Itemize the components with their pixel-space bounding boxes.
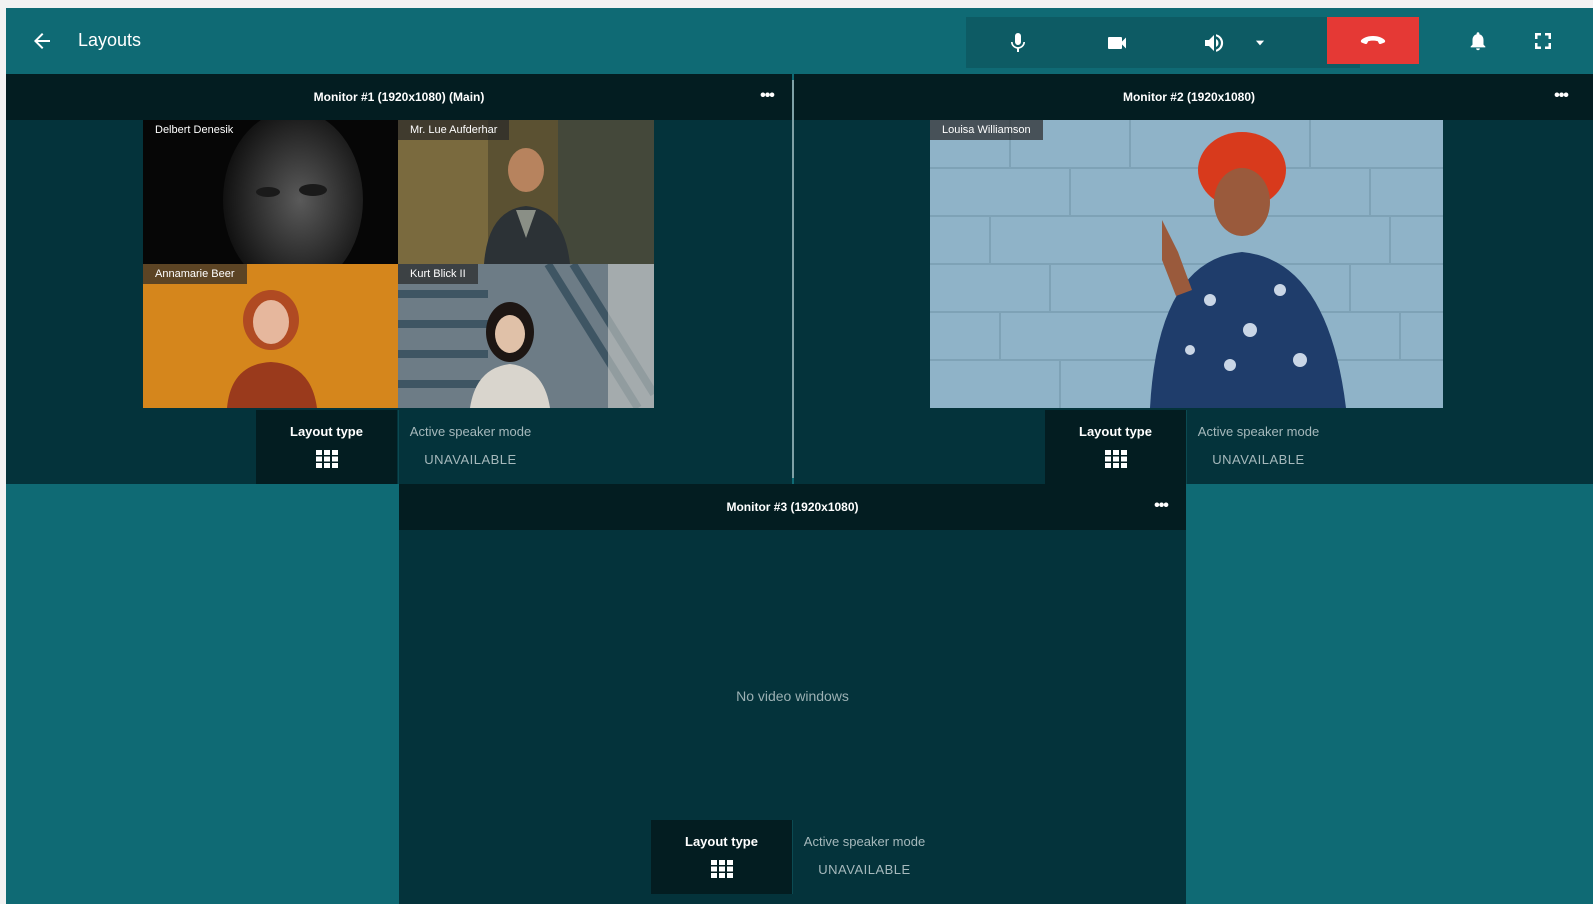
- monitor-2-layout-type-button[interactable]: Layout type: [1045, 410, 1186, 484]
- monitor-3-layout-type-button[interactable]: Layout type: [651, 820, 792, 894]
- monitor-1-layout-type-button[interactable]: Layout type: [256, 410, 397, 484]
- fullscreen-button[interactable]: [1528, 25, 1558, 57]
- monitor-1-panel: Monitor #1 (1920x1080) (Main) ••• Delber…: [6, 74, 792, 484]
- participant-video: [143, 264, 398, 408]
- monitor-1-menu-button[interactable]: •••: [754, 84, 780, 110]
- notifications-button[interactable]: [1463, 25, 1493, 57]
- participant-video: [143, 120, 398, 264]
- camera-button[interactable]: [1101, 17, 1133, 68]
- layout-type-label: Layout type: [290, 424, 363, 439]
- active-speaker-label: Active speaker mode: [1197, 424, 1320, 439]
- monitor-2-header: Monitor #2 (1920x1080) •••: [794, 74, 1593, 120]
- caret-down-icon: [1255, 40, 1265, 45]
- back-button[interactable]: [26, 25, 58, 57]
- participant-name: Louisa Williamson: [930, 120, 1043, 140]
- call-controls: [966, 17, 1360, 68]
- monitor-2-title: Monitor #2 (1920x1080): [1122, 90, 1256, 104]
- monitor-3-panel: Monitor #3 (1920x1080) ••• No video wind…: [399, 484, 1186, 904]
- participant-name: Annamarie Beer: [143, 264, 247, 284]
- monitor-1-title: Monitor #1 (1920x1080) (Main): [313, 90, 485, 104]
- monitor-2-menu-button[interactable]: •••: [1548, 84, 1574, 110]
- participant-video: [398, 120, 654, 264]
- fullscreen-icon: [1535, 33, 1551, 49]
- grid-icon: [711, 860, 733, 878]
- bell-icon: [1470, 32, 1486, 51]
- active-speaker-value: UNAVAILABLE: [424, 452, 517, 467]
- grid-icon: [316, 450, 338, 468]
- participant-name: Mr. Lue Aufderhar: [398, 120, 510, 140]
- layout-type-label: Layout type: [685, 834, 758, 849]
- monitor-2-active-speaker-mode: Active speaker mode UNAVAILABLE: [1186, 410, 1330, 484]
- monitor-3-title: Monitor #3 (1920x1080): [726, 500, 859, 514]
- video-tile[interactable]: Annamarie Beer: [143, 264, 398, 408]
- participant-video: [930, 120, 1443, 408]
- monitor-2-panel: Monitor #2 (1920x1080) ••• Louisa Willia…: [794, 74, 1593, 484]
- active-speaker-label: Active speaker mode: [803, 834, 926, 849]
- top-bar: Layouts: [6, 8, 1593, 74]
- active-speaker-label: Active speaker mode: [409, 424, 532, 439]
- microphone-icon: [1011, 32, 1025, 52]
- volume-icon: [1205, 33, 1224, 52]
- video-tile[interactable]: Kurt Blick II: [398, 264, 654, 408]
- participant-name: Kurt Blick II: [398, 264, 478, 284]
- grid-icon: [1105, 450, 1127, 468]
- monitor-1-active-speaker-mode: Active speaker mode UNAVAILABLE: [398, 410, 542, 484]
- speaker-button[interactable]: [1198, 17, 1230, 68]
- phone-hangup-icon: [1360, 35, 1386, 44]
- video-camera-icon: [1108, 36, 1126, 49]
- arrow-left-icon: [34, 33, 50, 49]
- monitor-3-header: Monitor #3 (1920x1080) •••: [399, 484, 1186, 530]
- monitor-1-header: Monitor #1 (1920x1080) (Main) •••: [6, 74, 792, 120]
- video-tile[interactable]: Mr. Lue Aufderhar: [398, 120, 654, 264]
- hang-up-button[interactable]: [1327, 17, 1419, 64]
- participant-name: Delbert Denesik: [155, 124, 234, 136]
- page-title: Layouts: [78, 30, 142, 50]
- participant-video: [398, 264, 654, 408]
- empty-state-message: No video windows: [736, 688, 849, 704]
- layout-type-label: Layout type: [1079, 424, 1152, 439]
- video-tile[interactable]: Louisa Williamson: [930, 120, 1443, 408]
- active-speaker-value: UNAVAILABLE: [1212, 452, 1305, 467]
- active-speaker-value: UNAVAILABLE: [818, 862, 911, 877]
- monitor-3-menu-button[interactable]: •••: [1148, 494, 1174, 520]
- video-tile[interactable]: Delbert Denesik: [143, 120, 398, 264]
- microphone-button[interactable]: [1002, 17, 1034, 68]
- speaker-menu-button[interactable]: [1248, 17, 1272, 68]
- monitor-3-active-speaker-mode: Active speaker mode UNAVAILABLE: [792, 820, 936, 894]
- layouts-app: Layouts Monitor #1 (1920x1080) (Main) ••…: [6, 8, 1593, 904]
